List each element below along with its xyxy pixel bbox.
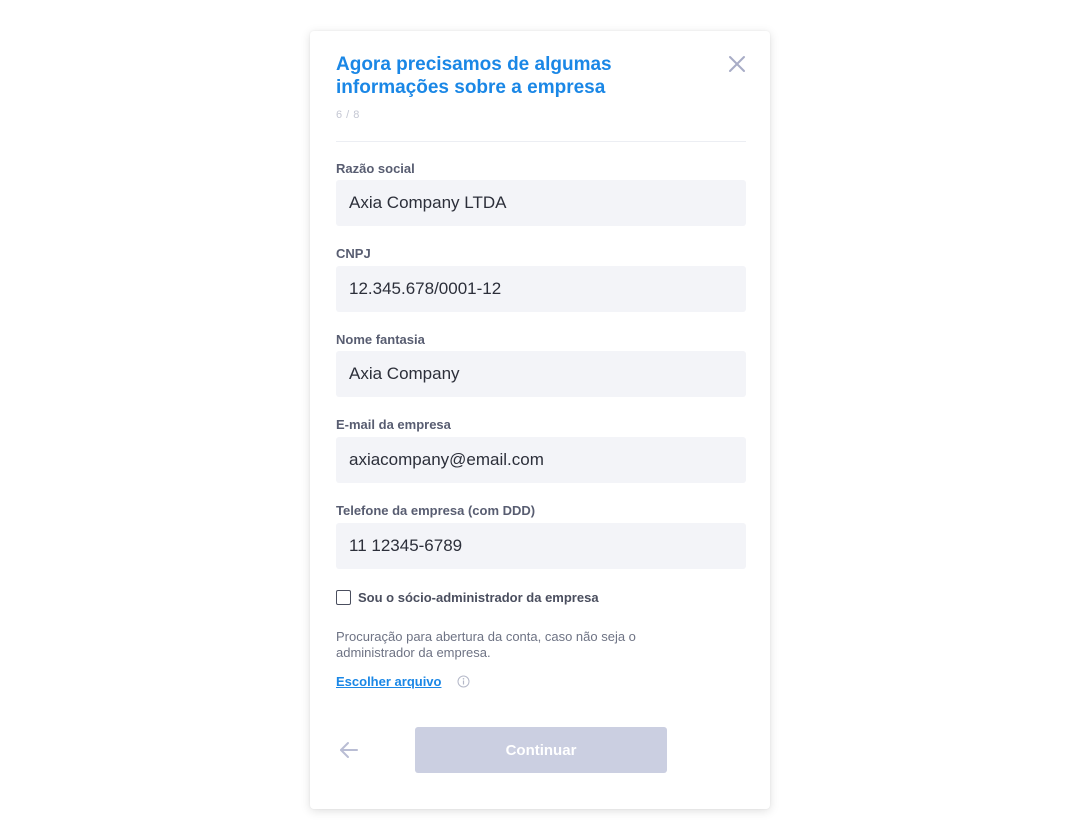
nome-fantasia-label: Nome fantasia (336, 332, 425, 347)
arrow-left-icon[interactable] (338, 739, 360, 761)
procuracao-help-text: Procuração para abertura da conta, caso … (336, 629, 636, 660)
cnpj-input[interactable] (336, 266, 746, 312)
razao-social-input[interactable] (336, 180, 746, 226)
step-indicator: 6 / 8 (336, 109, 360, 121)
continue-button[interactable]: Continuar (415, 727, 667, 773)
razao-social-label: Razão social (336, 161, 415, 176)
telefone-input[interactable] (336, 523, 746, 569)
socio-admin-checkbox-row[interactable]: Sou o sócio-administrador da empresa (336, 590, 599, 605)
info-icon[interactable] (457, 675, 470, 688)
divider (336, 141, 746, 142)
modal-title: Agora precisamos de algumas informações … (336, 54, 612, 98)
choose-file-link[interactable]: Escolher arquivo (336, 674, 441, 689)
nome-fantasia-input[interactable] (336, 351, 746, 397)
telefone-label: Telefone da empresa (com DDD) (336, 503, 536, 518)
cnpj-label: CNPJ (336, 246, 371, 261)
close-icon[interactable] (726, 53, 748, 75)
email-input[interactable] (336, 437, 746, 483)
socio-admin-checkbox[interactable] (336, 590, 351, 605)
email-label: E-mail da empresa (336, 417, 451, 432)
company-info-modal: Agora precisamos de algumas informações … (310, 31, 770, 809)
socio-admin-checkbox-label: Sou o sócio-administrador da empresa (358, 590, 599, 605)
